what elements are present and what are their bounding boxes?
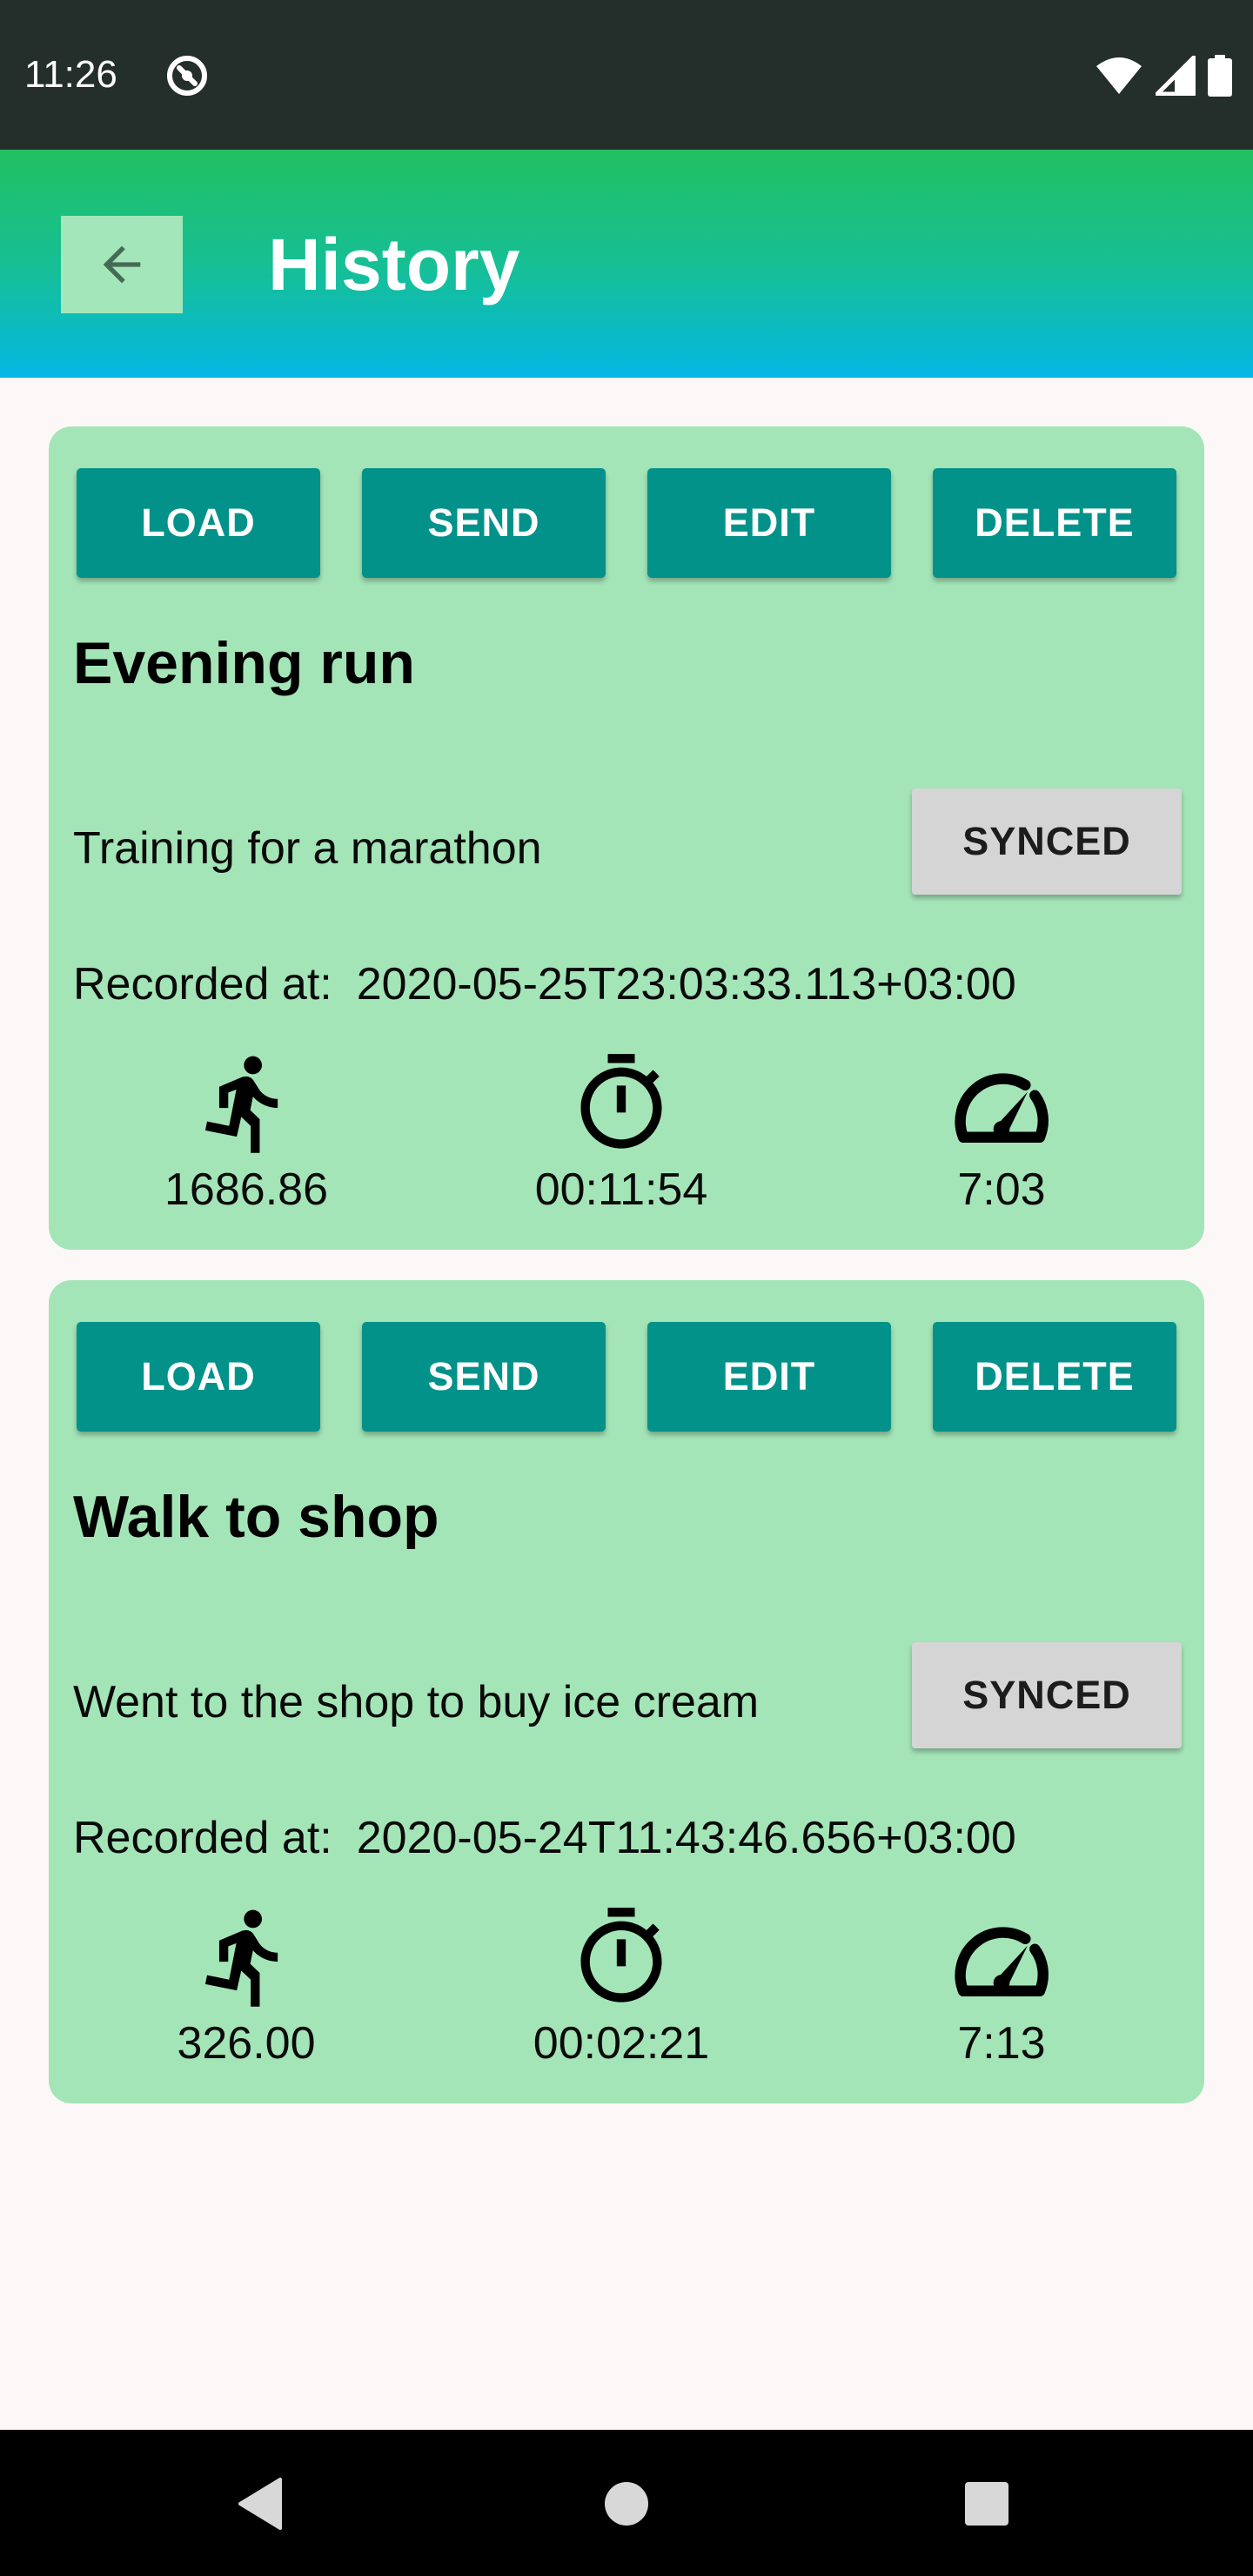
- record-description: Went to the shop to buy ice cream: [73, 1677, 760, 1727]
- recorded-at-label: Recorded at:: [73, 1813, 332, 1863]
- pace-value: 7:03: [957, 1164, 1046, 1215]
- nav-back-button[interactable]: [222, 2465, 300, 2543]
- send-button[interactable]: SEND: [362, 1322, 606, 1432]
- duration-value: 00:11:54: [534, 1164, 708, 1215]
- recorded-at-row: Recorded at: 2020-05-24T11:43:46.656+03:0…: [73, 1809, 1016, 1867]
- pace-stat: 7:03: [845, 1050, 1158, 1218]
- arrow-back-icon: [103, 245, 141, 284]
- duration-value: 00:02:21: [533, 2018, 710, 2069]
- load-button[interactable]: LOAD: [77, 1322, 320, 1432]
- delete-button[interactable]: DELETE: [933, 468, 1176, 578]
- recorded-at-row: Recorded at: 2020-05-25T23:03:33.113+03:0…: [73, 956, 1016, 1013]
- card-actions: LOAD SEND EDIT DELETE: [77, 1322, 1176, 1432]
- pace-stat: 7:13: [845, 1903, 1158, 2072]
- triangle-back-icon: [238, 2478, 282, 2530]
- cellular-signal-icon: [1156, 56, 1196, 96]
- pace-value: 7:13: [957, 2018, 1046, 2069]
- nav-recents-button[interactable]: [948, 2465, 1026, 2543]
- delete-button[interactable]: DELETE: [933, 1322, 1176, 1432]
- load-button[interactable]: LOAD: [77, 468, 320, 578]
- duration-stat: 00:11:54: [465, 1050, 778, 1218]
- app-bar: History: [0, 150, 1253, 378]
- status-icons: [1095, 52, 1232, 99]
- distance-value: 326.00: [177, 2018, 316, 2069]
- edit-button[interactable]: EDIT: [647, 468, 891, 578]
- send-button[interactable]: SEND: [362, 468, 606, 578]
- directions-run-icon: [204, 1056, 278, 1153]
- circle-home-icon: [605, 2482, 648, 2526]
- wifi-icon: [1096, 57, 1142, 94]
- sync-status-button[interactable]: SYNCED: [912, 1642, 1182, 1748]
- distance-stat: 1686.86: [90, 1050, 403, 1218]
- history-card: LOAD SEND EDIT DELETE Walk to shop Went …: [49, 1280, 1204, 2103]
- duration-stat: 00:02:21: [465, 1903, 778, 2072]
- recorded-at-value: 2020-05-24T11:43:46.656+03:00: [356, 1813, 1016, 1863]
- app-notification-icon: [167, 56, 207, 96]
- speedometer-icon: [955, 1073, 1049, 1143]
- nav-home-button[interactable]: [587, 2465, 666, 2543]
- edit-button[interactable]: EDIT: [647, 1322, 891, 1432]
- directions-run-icon: [204, 1909, 278, 2007]
- recorded-at-label: Recorded at:: [73, 959, 332, 1010]
- distance-value: 1686.86: [164, 1164, 328, 1215]
- history-card: LOAD SEND EDIT DELETE Evening run Traini…: [49, 426, 1204, 1250]
- distance-stat: 326.00: [90, 1903, 403, 2072]
- status-bar: 11:26: [0, 0, 1253, 150]
- battery-icon: [1208, 55, 1232, 97]
- stopwatch-icon: [580, 1054, 662, 1149]
- page-title: History: [268, 224, 520, 305]
- stopwatch-icon: [580, 1908, 662, 2002]
- back-button[interactable]: [61, 216, 183, 313]
- record-title: Evening run: [73, 630, 415, 696]
- recorded-at-value: 2020-05-25T23:03:33.113+03:00: [356, 959, 1016, 1010]
- square-recents-icon: [965, 2482, 1008, 2526]
- record-title: Walk to shop: [73, 1484, 439, 1550]
- status-time: 11:26: [24, 53, 117, 96]
- record-description: Training for a marathon: [73, 823, 542, 874]
- system-nav-bar: [0, 2430, 1253, 2576]
- sync-status-button[interactable]: SYNCED: [912, 788, 1182, 895]
- speedometer-icon: [955, 1927, 1049, 1996]
- card-actions: LOAD SEND EDIT DELETE: [77, 468, 1176, 578]
